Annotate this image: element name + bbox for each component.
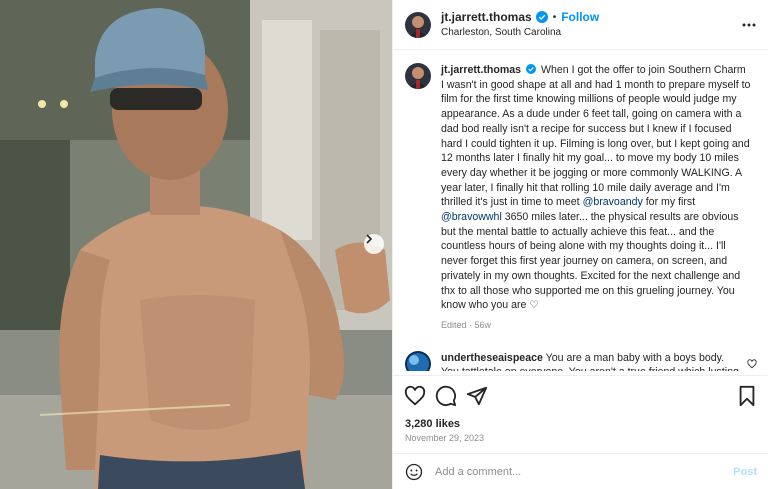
commenter-avatar[interactable] — [405, 350, 431, 371]
header-text: jt.jarrett.thomas • Follow Charleston, S… — [441, 10, 599, 40]
post-photo[interactable] — [0, 0, 392, 489]
mention-link[interactable]: @bravoandy — [583, 196, 643, 208]
caption-text-part1: When I got the offer to join Southern Ch… — [441, 64, 751, 209]
instagram-post: jt.jarrett.thomas • Follow Charleston, S… — [0, 0, 768, 489]
comment-input[interactable] — [435, 465, 734, 478]
comment-body: undertheseaispeace You are a man baby wi… — [441, 351, 741, 371]
separator-dot: • — [552, 11, 557, 23]
add-comment-bar: Post — [393, 453, 768, 489]
verified-badge-icon — [526, 64, 537, 74]
action-bar — [393, 375, 768, 413]
caption: jt.jarrett.thomas When I got the offer t… — [405, 63, 757, 333]
mention-link[interactable]: @bravowwhl — [441, 211, 502, 223]
photo-illustration — [0, 0, 392, 489]
commenter-username[interactable]: undertheseaispeace — [441, 352, 543, 364]
heart-icon[interactable] — [747, 359, 757, 369]
avatar-image — [405, 350, 431, 371]
comment-icon[interactable] — [435, 385, 457, 407]
verified-badge-icon — [535, 11, 548, 23]
share-icon[interactable] — [466, 385, 488, 407]
chevron-right-icon — [366, 234, 373, 244]
comment-item: undertheseaispeace You are a man baby wi… — [405, 350, 757, 371]
post-comment-button[interactable]: Post — [733, 466, 757, 478]
heart-icon[interactable] — [404, 385, 426, 407]
caption-text-part2: for my first — [642, 196, 696, 209]
author-username[interactable]: jt.jarrett.thomas — [441, 10, 532, 25]
more-options-icon — [742, 23, 756, 27]
bookmark-icon[interactable] — [736, 385, 758, 407]
follow-button[interactable]: Follow — [561, 10, 599, 25]
more-options-button[interactable] — [741, 17, 757, 33]
caption-avatar[interactable] — [405, 63, 431, 89]
caption-body: jt.jarrett.thomas When I got the offer t… — [441, 63, 751, 333]
post-header: jt.jarrett.thomas • Follow Charleston, S… — [393, 0, 768, 50]
post-side-panel: jt.jarrett.thomas • Follow Charleston, S… — [392, 0, 768, 489]
author-avatar[interactable] — [405, 11, 431, 38]
caption-meta: Edited · 56w — [441, 319, 492, 330]
emoji-icon[interactable] — [405, 463, 423, 481]
post-date[interactable]: November 29, 2023 — [405, 433, 484, 443]
caption-text-part3: 3650 miles later... the physical results… — [441, 211, 741, 312]
comments-area[interactable]: jt.jarrett.thomas When I got the offer t… — [393, 51, 768, 371]
header-top-row: jt.jarrett.thomas • Follow — [441, 10, 599, 25]
likes-count[interactable]: 3,280 likes — [405, 418, 460, 430]
caption-username[interactable]: jt.jarrett.thomas — [441, 64, 521, 76]
avatar-image — [405, 63, 431, 89]
avatar-image — [405, 11, 431, 38]
post-location[interactable]: Charleston, South Carolina — [441, 25, 599, 40]
carousel-next-button[interactable] — [364, 234, 384, 254]
